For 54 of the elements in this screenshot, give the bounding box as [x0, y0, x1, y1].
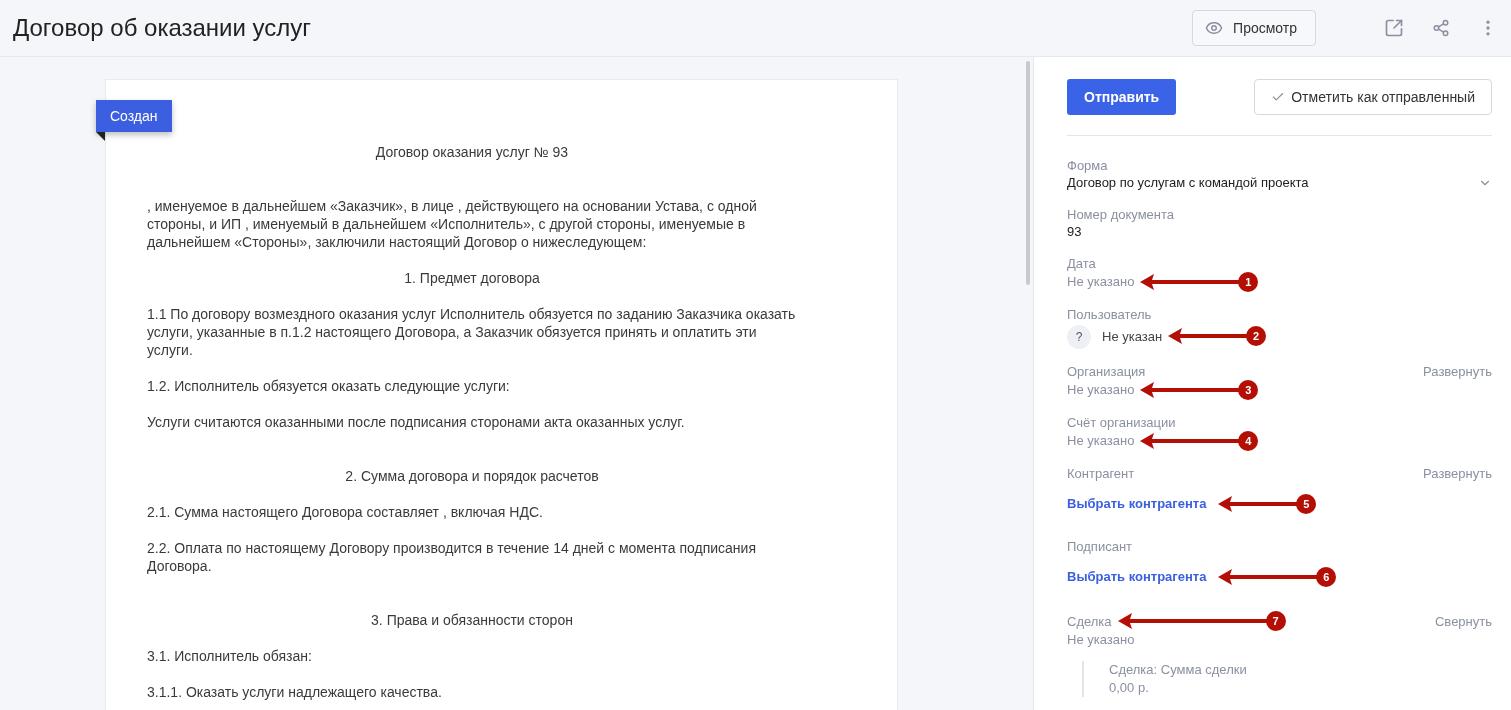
- document-paragraph: 2.2. Оплата по настоящему Договору производится в течение 14 дней с момента подписания Договора.: [147, 539, 757, 575]
- document-paragraph: 3.1.1. Оказать услуги надлежащего качества.: [147, 683, 443, 701]
- page-title: Договор об оказании услуг: [13, 14, 313, 42]
- field-value: Не указан: [1102, 328, 1163, 344]
- field-label: Дата: [1067, 255, 1096, 272]
- annotation-badge: 7: [1265, 611, 1286, 631]
- annotation-badge: 5: [1296, 494, 1317, 514]
- field-value: Не указано: [1067, 432, 1135, 450]
- field-label: Сделка: [1067, 612, 1112, 630]
- document-paragraph: , именуемое в дальнейшем «Заказчик», в лице , действующего на основании Устава, с одной стороны, и ИП , именуемый в дальнейшем «Исполнитель», с другой стороны, именуемые в дальнейшем «Стороны», заключили настоящий Договор о нижеследующем:: [147, 197, 758, 251]
- preview-button[interactable]: Просмотр: [1192, 10, 1316, 46]
- scrollbar[interactable]: [1026, 61, 1030, 285]
- document-heading: 3. Права и обязанности сторон: [370, 611, 574, 629]
- share-icon[interactable]: [1432, 19, 1450, 37]
- mark-sent-button[interactable]: Отметить как отправленный: [1254, 79, 1492, 115]
- annotation-badge: 3: [1238, 380, 1259, 400]
- field-value: Договор по услугам с командой проекта: [1067, 174, 1309, 192]
- check-icon: [1271, 90, 1286, 104]
- field-value: Не указано: [1067, 631, 1135, 649]
- document-heading: 1. Предмет договора: [403, 269, 541, 287]
- select-link[interactable]: Выбрать контрагента: [1067, 495, 1207, 513]
- document-paragraph: Услуги считаются оказанными после подписания сторонами акта оказанных услуг.: [147, 413, 686, 431]
- toggle-link[interactable]: Свернуть: [1435, 612, 1492, 630]
- field-value: 93: [1067, 223, 1082, 241]
- annotation-badge: 4: [1238, 431, 1259, 451]
- detail-label: Сделка: Сумма сделки: [1109, 661, 1248, 679]
- document-paragraph: 1.2. Исполнитель обязуется оказать следующие услуги:: [147, 377, 511, 395]
- annotation-badge: 2: [1246, 326, 1267, 346]
- document-paragraph: 1.1 По договору возмездного оказания услуг Исполнитель обязуется по заданию Заказчика оказать услуги, указанные в п.1.2 настоящего Договора, а Заказчик обязуется принять и оплатить эти услуги.: [147, 305, 797, 359]
- field-label: Форма: [1067, 157, 1108, 174]
- detail-value: 0,00 р.: [1109, 679, 1150, 697]
- toggle-link[interactable]: Развернуть: [1423, 363, 1492, 380]
- eye-icon: [1205, 19, 1224, 37]
- field-label: Номер документа: [1067, 206, 1174, 223]
- status-ribbon: Создан: [96, 100, 172, 132]
- toggle-link[interactable]: Развернуть: [1423, 465, 1492, 482]
- field-label: Пользователь: [1067, 306, 1152, 323]
- ribbon-fold: [96, 132, 105, 141]
- field-label: Подписант: [1067, 538, 1133, 555]
- document-paragraph: 2.1. Сумма настоящего Договора составляет , включая НДС.: [147, 503, 544, 521]
- send-button[interactable]: Отправить: [1067, 79, 1177, 115]
- select-link[interactable]: Выбрать контрагента: [1067, 568, 1207, 586]
- annotation-badge: 1: [1238, 272, 1259, 292]
- avatar-icon: ?: [1067, 325, 1091, 349]
- document-paragraph: 3.1. Исполнитель обязан:: [147, 647, 313, 665]
- document-heading: Договор оказания услуг № 93: [374, 143, 570, 161]
- field-label: Организация: [1067, 363, 1146, 380]
- field-label: Счёт организации: [1067, 414, 1176, 431]
- external-link-icon[interactable]: [1384, 18, 1404, 38]
- field-label: Контрагент: [1067, 465, 1135, 482]
- field-value: Не указано: [1067, 381, 1135, 399]
- field-value: Не указано: [1067, 273, 1135, 291]
- document-heading: 2. Сумма договора и порядок расчетов: [344, 467, 600, 485]
- annotation-badge: 6: [1316, 567, 1337, 587]
